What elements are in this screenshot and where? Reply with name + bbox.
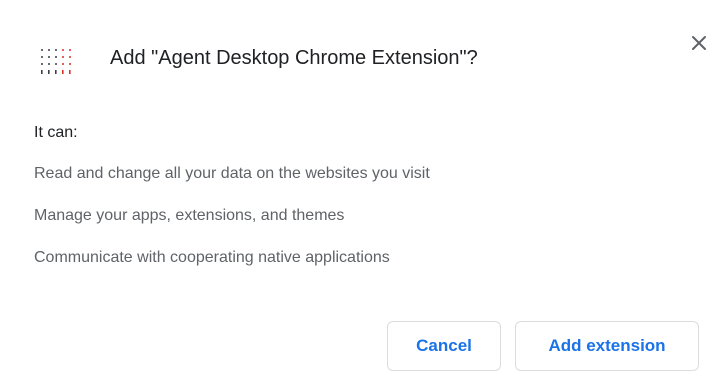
permission-item: Manage your apps, extensions, and themes bbox=[34, 207, 345, 224]
dialog-body: It can: Read and change all your data on… bbox=[34, 122, 430, 289]
permission-item: Read and change all your data on the web… bbox=[34, 165, 430, 182]
agent-desktop-logo-icon bbox=[38, 44, 78, 84]
permissions-lead: It can: bbox=[34, 124, 78, 141]
dialog-actions: Cancel Add extension bbox=[387, 321, 699, 371]
add-extension-button[interactable]: Add extension bbox=[515, 321, 699, 371]
cancel-button[interactable]: Cancel bbox=[387, 321, 501, 371]
dialog-header: Add "Agent Desktop Chrome Extension"? bbox=[0, 0, 723, 110]
extension-install-dialog: Add "Agent Desktop Chrome Extension"? It… bbox=[0, 0, 723, 372]
dialog-title: Add "Agent Desktop Chrome Extension"? bbox=[110, 47, 478, 69]
close-button[interactable] bbox=[684, 28, 714, 58]
close-icon bbox=[691, 35, 707, 51]
permission-item: Communicate with cooperating native appl… bbox=[34, 249, 390, 266]
